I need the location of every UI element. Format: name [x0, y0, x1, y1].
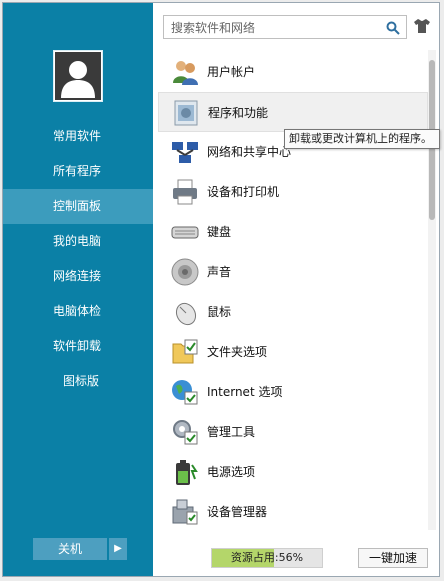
user-silhouette-icon [55, 52, 101, 100]
item-label: Internet 选项 [207, 385, 283, 399]
internet-options-icon [172, 380, 198, 405]
printer-icon [173, 179, 197, 205]
menu-item-common-software[interactable]: 常用软件 [3, 119, 153, 154]
device-manager-icon [172, 499, 198, 525]
item-label: 用户帐户 [207, 65, 256, 79]
search-box [163, 15, 407, 40]
resource-usage-text: 资源占用:56% [230, 551, 304, 564]
search-icon[interactable] [386, 21, 400, 35]
sidebar-menu: 常用软件 所有程序 控制面板 我的电脑 网络连接 电脑体检 软件卸载 图标版 [3, 119, 153, 399]
folder-options-icon [172, 339, 198, 364]
list-item-programs-features[interactable]: 程序和功能 [158, 92, 428, 132]
menu-item-control-panel[interactable]: 控制面板 [3, 189, 153, 224]
item-label: 设备管理器 [207, 505, 268, 519]
programs-features-icon [174, 100, 198, 126]
list-item-user-accounts[interactable]: 用户帐户 [158, 52, 428, 92]
item-label: 管理工具 [207, 425, 256, 439]
keyboard-icon [171, 226, 199, 239]
list-item-folder-options[interactable]: 文件夹选项 [158, 332, 428, 372]
item-label: 设备和打印机 [207, 185, 280, 199]
list-item-mouse[interactable]: 鼠标 [158, 292, 428, 332]
power-options-icon [176, 460, 198, 485]
list-scrollbar[interactable] [428, 50, 436, 530]
sidebar: 常用软件 所有程序 控制面板 我的电脑 网络连接 电脑体检 软件卸载 图标版 关… [3, 3, 153, 576]
item-label: 电源选项 [207, 465, 256, 479]
start-menu-window: 常用软件 所有程序 控制面板 我的电脑 网络连接 电脑体检 软件卸载 图标版 关… [2, 2, 440, 577]
menu-item-my-computer[interactable]: 我的电脑 [3, 224, 153, 259]
menu-item-checkup[interactable]: 电脑体检 [3, 294, 153, 329]
list-item-admin-tools[interactable]: 管理工具 [158, 412, 428, 452]
item-label: 文件夹选项 [207, 345, 268, 359]
list-item-devices-printers[interactable]: 设备和打印机 [158, 172, 428, 212]
list-item-sound[interactable]: 声音 [158, 252, 428, 292]
item-label: 网络和共享中心 [207, 145, 292, 159]
speaker-icon [171, 258, 199, 286]
window-frame: 常用软件 所有程序 控制面板 我的电脑 网络连接 电脑体检 软件卸载 图标版 关… [0, 0, 444, 581]
item-label: 键盘 [207, 225, 232, 239]
list-item-device-manager[interactable]: 设备管理器 [158, 492, 428, 532]
tooltip: 卸载或更改计算机上的程序。 [284, 129, 440, 149]
mouse-icon [175, 302, 197, 326]
users-icon [173, 61, 198, 85]
item-label: 声音 [207, 265, 232, 279]
footer: 资源占用:56% 一键加速 [163, 543, 428, 568]
menu-item-network[interactable]: 网络连接 [3, 259, 153, 294]
network-sharing-icon [172, 142, 198, 163]
control-panel-list: 用户帐户 程序和功能 网络和共享中心 设备和打印机 键盘 声音 鼠标 文件夹选项… [158, 52, 428, 532]
list-item-internet-options[interactable]: Internet 选项 [158, 372, 428, 412]
item-label: 鼠标 [207, 305, 232, 319]
skin-shirt-icon[interactable] [413, 17, 431, 35]
shutdown-options-arrow[interactable]: ▶ [109, 538, 127, 560]
search-input[interactable] [169, 16, 373, 40]
item-label: 程序和功能 [208, 106, 269, 120]
menu-item-uninstall[interactable]: 软件卸载 [3, 329, 153, 364]
resource-usage-bar: 资源占用:56% [211, 548, 323, 568]
list-item-keyboard[interactable]: 键盘 [158, 212, 428, 252]
menu-item-all-programs[interactable]: 所有程序 [3, 154, 153, 189]
menu-item-icon-view[interactable]: 图标版 [3, 364, 153, 399]
user-avatar[interactable] [53, 50, 103, 102]
shutdown-button[interactable]: 关机 [33, 538, 107, 560]
admin-tools-icon [173, 420, 198, 445]
shutdown-control: 关机 ▶ [33, 538, 127, 560]
one-click-boost-button[interactable]: 一键加速 [358, 548, 428, 568]
list-item-power-options[interactable]: 电源选项 [158, 452, 428, 492]
